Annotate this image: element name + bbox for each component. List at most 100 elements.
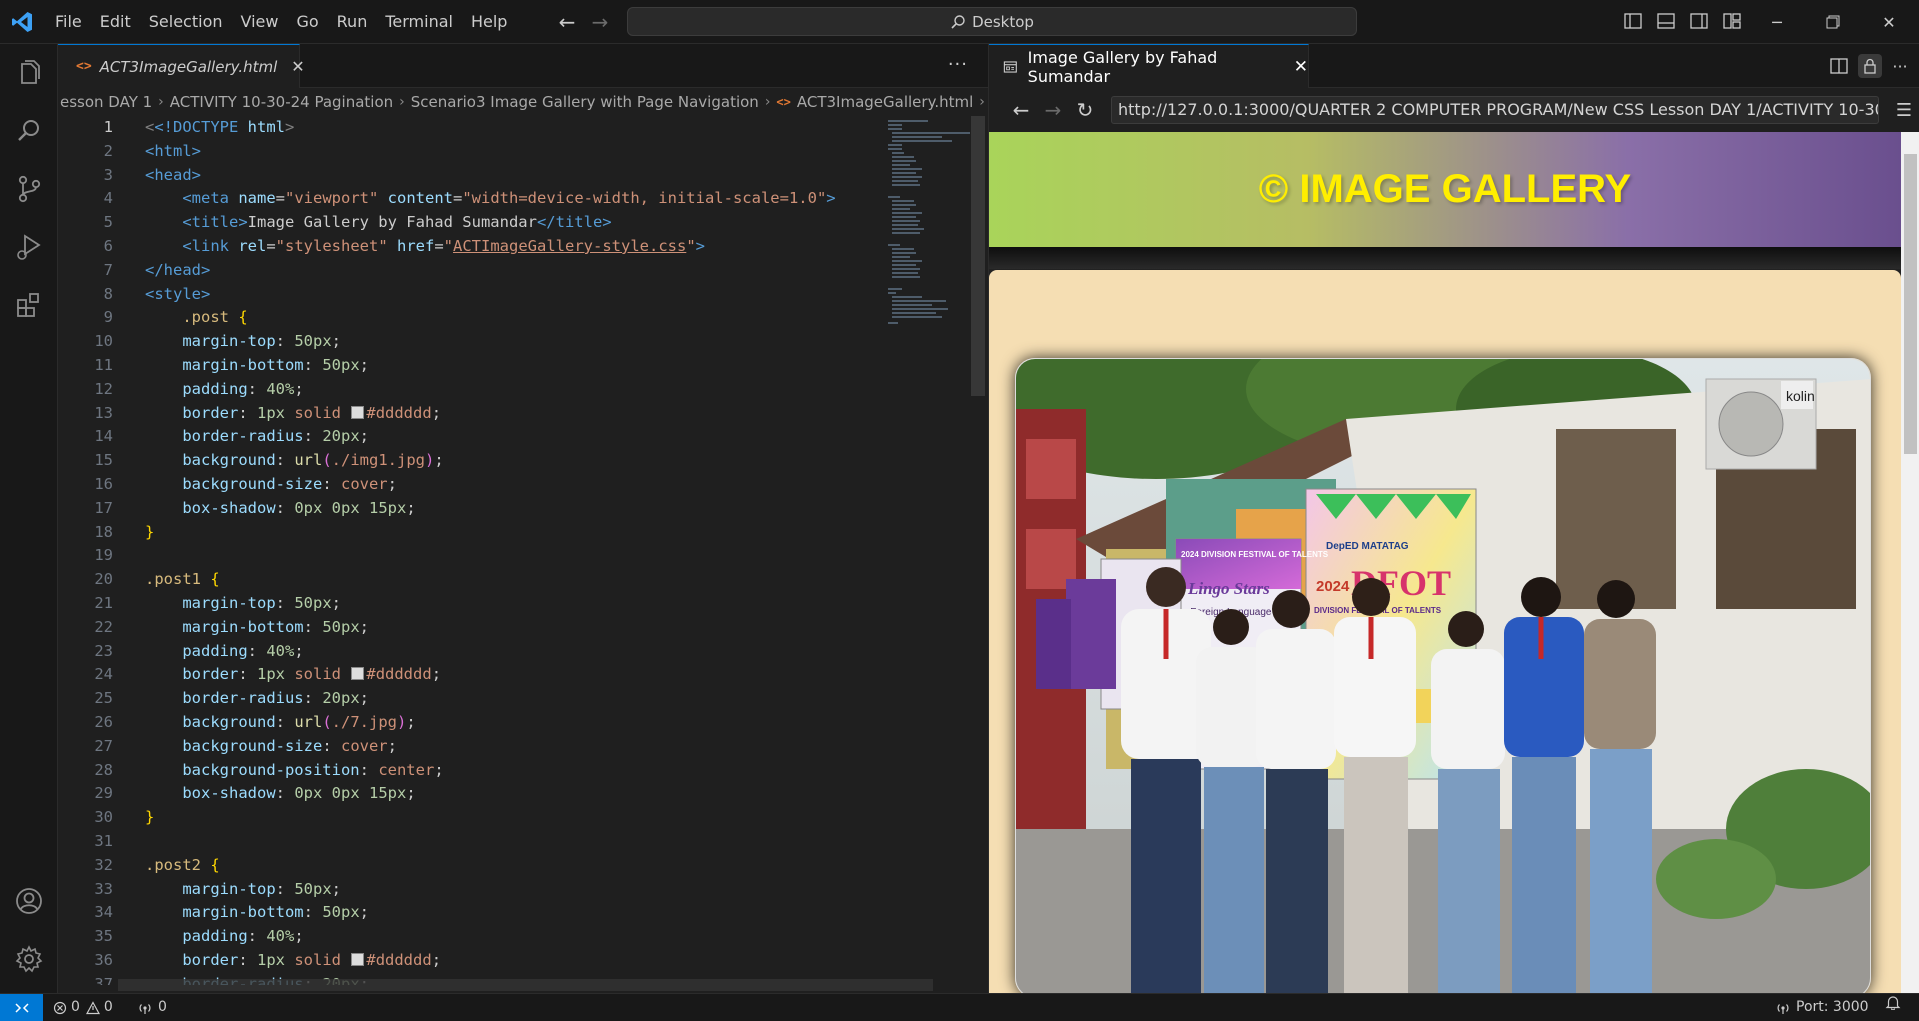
poster-deped-text: DepED MATATAG: [1326, 541, 1409, 552]
menu-run[interactable]: Run: [328, 0, 377, 44]
code-line: 14 border-radius: 20px;: [58, 425, 878, 449]
preview-scrollbar-thumb[interactable]: [1904, 154, 1917, 454]
editor-group: <> ACT3ImageGallery.html ✕ ··· esson DAY…: [58, 44, 988, 993]
code-line: 12 padding: 40%;: [58, 378, 878, 402]
lock-icon[interactable]: [1858, 54, 1882, 78]
manage-gear-icon[interactable]: [12, 942, 46, 976]
code-line: 23 padding: 40%;: [58, 640, 878, 664]
line-number: 11: [94, 356, 113, 374]
chevron-right-icon: ›: [158, 94, 164, 110]
code-line: 19: [58, 544, 878, 568]
restore-button[interactable]: [1810, 0, 1856, 44]
menu-terminal[interactable]: Terminal: [376, 0, 462, 44]
notifications-bell-icon[interactable]: [1885, 994, 1901, 1010]
menu-selection[interactable]: Selection: [140, 0, 232, 44]
tab-preview[interactable]: Image Gallery by Fahad Sumandar ✕: [989, 44, 1309, 88]
more-actions-icon[interactable]: ···: [948, 54, 968, 75]
code-line: 7 </head>: [58, 259, 878, 283]
menu-view[interactable]: View: [232, 0, 288, 44]
color-swatch[interactable]: [351, 405, 365, 419]
tab-close-icon[interactable]: ✕: [1294, 57, 1308, 77]
search-view-icon[interactable]: [12, 114, 46, 148]
status-bar: 0 0 0 Port: 3000: [0, 993, 1919, 1021]
minimap[interactable]: [884, 116, 974, 985]
code-line: 30}: [58, 806, 878, 830]
header-divider: [989, 247, 1901, 269]
toggle-secondary-sidebar-icon[interactable]: [1689, 11, 1709, 31]
activity-bar: [0, 44, 58, 993]
preview-navigation-bar: ← → ↻ http://127.0.0.1:3000/QUARTER 2 CO…: [989, 88, 1919, 132]
code-editor[interactable]: 1 <<!DOCTYPE html> 2 <html> 3 <head> 4 <met…: [58, 116, 878, 985]
breadcrumb-item[interactable]: Scenario3 Image Gallery with Page Naviga…: [411, 93, 759, 111]
breadcrumb-item[interactable]: ACT3ImageGallery.html: [797, 93, 973, 111]
menu-file[interactable]: File: [46, 0, 91, 44]
toggle-panel-icon[interactable]: [1656, 11, 1676, 31]
broadcast-icon: [1777, 1003, 1789, 1014]
chevron-right-icon: ›: [399, 94, 405, 110]
horizontal-scrollbar[interactable]: [118, 979, 933, 991]
line-number: 15: [94, 451, 113, 470]
line-number: 7: [103, 260, 113, 279]
menu-edit[interactable]: Edit: [91, 0, 140, 44]
code-line: 28 background-position: center;: [58, 759, 878, 783]
editor-scrollbar[interactable]: [971, 116, 985, 396]
menu-help[interactable]: Help: [462, 0, 516, 44]
code-line: 21 margin-top: 50px;: [58, 592, 878, 616]
browser-preview-icon: [1003, 60, 1017, 73]
warning-icon: [85, 1000, 100, 1014]
forward-arrow-icon[interactable]: →: [1041, 98, 1065, 122]
gallery-photo[interactable]: kolin DepED MATATAG 2024 DFOT DIVISION F…: [1015, 358, 1871, 993]
code-line: 32 .post2 {: [58, 854, 878, 878]
vscode-logo-icon: [12, 12, 32, 32]
close-window-button[interactable]: ✕: [1866, 0, 1912, 44]
back-arrow-icon[interactable]: ←: [555, 10, 579, 34]
code-line: 35 padding: 40%;: [58, 925, 878, 949]
split-editor-icon[interactable]: [1827, 54, 1851, 78]
line-number: 31: [94, 832, 113, 850]
tab-act3imagegallery[interactable]: <> ACT3ImageGallery.html ✕: [58, 44, 305, 88]
code-line: 13 border: 1px solid #dddddd;: [58, 402, 878, 426]
code-line: 15 background: url(./img1.jpg);: [58, 449, 878, 473]
reload-icon[interactable]: ↻: [1073, 98, 1097, 122]
color-swatch[interactable]: [351, 953, 365, 966]
breadcrumb-item[interactable]: esson DAY 1: [60, 93, 152, 111]
menu-go[interactable]: Go: [287, 0, 327, 44]
line-number: 20: [94, 570, 113, 589]
run-debug-icon[interactable]: [12, 230, 46, 264]
accounts-icon[interactable]: [12, 884, 46, 918]
minimize-button[interactable]: ─: [1754, 0, 1800, 44]
poster-lingo-text: Lingo Stars: [1187, 579, 1270, 598]
code-line: 11 margin-bottom: 50px;: [58, 354, 878, 378]
problems-indicator[interactable]: 0 0: [53, 994, 113, 1021]
ports-indicator[interactable]: 0: [137, 994, 167, 1021]
line-number: 17: [94, 498, 113, 517]
hamburger-menu-icon[interactable]: ☰: [1896, 100, 1912, 121]
tab-close-icon[interactable]: ✕: [291, 57, 304, 76]
line-number: 21: [94, 594, 113, 612]
line-number: 34: [94, 903, 113, 922]
line-number: 8: [103, 284, 113, 303]
preview-group: Image Gallery by Fahad Sumandar ✕ ··· ← …: [988, 44, 1919, 993]
breadcrumb-item[interactable]: ACTIVITY 10-30-24 Pagination: [170, 93, 393, 111]
more-actions-icon[interactable]: ···: [1888, 54, 1912, 78]
port-label: Port: 3000: [1796, 999, 1869, 1015]
line-number: 22: [94, 617, 113, 636]
command-center-search[interactable]: Desktop: [627, 7, 1357, 36]
explorer-icon[interactable]: [12, 56, 46, 90]
back-arrow-icon[interactable]: ←: [1009, 98, 1033, 122]
source-control-icon[interactable]: [12, 172, 46, 206]
extensions-icon[interactable]: [12, 288, 46, 322]
menu-bar: File Edit Selection View Go Run Terminal…: [46, 0, 516, 44]
customize-layout-icon[interactable]: [1722, 11, 1742, 31]
warning-count: 0: [103, 999, 113, 1015]
editor-tab-bar: <> ACT3ImageGallery.html ✕ ···: [58, 44, 988, 88]
line-number: 9: [103, 308, 113, 327]
code-line: 9 .post {: [58, 306, 878, 330]
url-input[interactable]: http://127.0.0.1:3000/QUARTER 2 COMPUTER…: [1111, 96, 1879, 124]
toggle-primary-sidebar-icon[interactable]: [1623, 11, 1643, 31]
live-server-port[interactable]: Port: 3000: [1775, 994, 1869, 1021]
color-swatch[interactable]: [351, 667, 365, 681]
remote-indicator-icon[interactable]: [0, 994, 43, 1021]
tab-label: Image Gallery by Fahad Sumandar: [1027, 47, 1218, 86]
forward-arrow-icon[interactable]: →: [588, 10, 612, 34]
